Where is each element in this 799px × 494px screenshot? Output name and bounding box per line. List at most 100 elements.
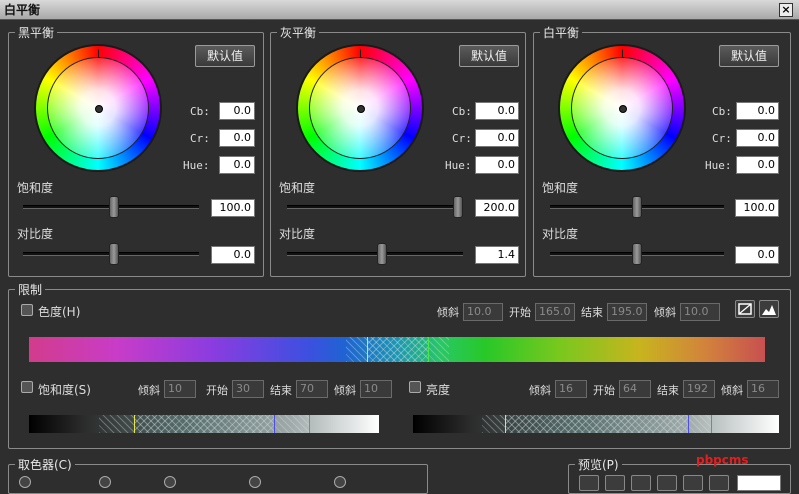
gray-balance-legend: 灰平衡 (277, 24, 320, 41)
white-default-button[interactable]: 默认值 (719, 45, 779, 67)
white-hue-field[interactable]: 0.0 (736, 156, 779, 174)
hue-slope2-field[interactable]: 10.0 (680, 303, 720, 321)
brightness-start-field[interactable]: 64 (619, 380, 651, 398)
black-wheel-handle[interactable] (95, 105, 103, 113)
saturation-slope2-field[interactable]: 10 (360, 380, 392, 398)
preview-button-2[interactable] (605, 475, 625, 491)
black-saturation-label: 饱和度 (17, 181, 54, 195)
gray-saturation-track[interactable] (287, 205, 463, 209)
hue-end-field[interactable]: 195.0 (607, 303, 647, 321)
white-saturation-label: 饱和度 (542, 181, 579, 195)
image-view-button[interactable] (735, 300, 755, 318)
close-icon: × (781, 3, 791, 16)
watermark-text: pbpcms (696, 453, 749, 467)
white-wheel-handle[interactable] (619, 105, 627, 113)
saturation-slope1-field[interactable]: 10 (164, 380, 196, 398)
gray-default-button[interactable]: 默认值 (459, 45, 519, 67)
picker-radio-4[interactable] (249, 476, 261, 488)
gray-contrast-label: 对比度 (279, 227, 316, 241)
gray-contrast-field[interactable]: 1.4 (475, 246, 519, 264)
gray-cb-field[interactable]: 0.0 (475, 102, 519, 120)
saturation-gradient-bar[interactable] (29, 415, 379, 433)
white-color-wheel[interactable] (558, 44, 686, 172)
brightness-gradient-bar[interactable] (413, 415, 779, 433)
gray-saturation-field[interactable]: 200.0 (475, 199, 519, 217)
hue-end-marker[interactable] (428, 337, 429, 362)
brightness-slope2-label: 倾斜 (721, 384, 743, 397)
black-contrast-field[interactable]: 0.0 (211, 246, 255, 264)
black-default-button[interactable]: 默认值 (195, 45, 255, 67)
black-saturation-thumb[interactable] (109, 196, 119, 218)
gray-color-wheel[interactable] (296, 44, 424, 172)
saturation-start-marker[interactable] (134, 415, 135, 433)
black-saturation-field[interactable]: 100.0 (211, 199, 255, 217)
saturation-slope-right-region (274, 415, 309, 433)
black-balance-panel: 黑平衡 默认值 Cb: 0.0 Cr: 0.0 Hue: 0.0 饱和度 100… (8, 24, 264, 277)
white-cr-field[interactable]: 0.0 (736, 129, 779, 147)
white-contrast-thumb[interactable] (632, 243, 642, 265)
brightness-checkbox[interactable] (409, 381, 421, 393)
limit-legend: 限制 (15, 281, 46, 298)
preview-panel: 预览(P) (568, 456, 791, 494)
brightness-end-field[interactable]: 192 (683, 380, 715, 398)
saturation-slope2-label: 倾斜 (334, 384, 356, 397)
saturation-checkbox[interactable] (21, 381, 33, 393)
saturation-end-marker[interactable] (274, 415, 275, 433)
saturation-slope-end-marker (309, 415, 310, 433)
histogram-view-button[interactable] (759, 300, 779, 318)
saturation-start-label: 开始 (206, 384, 228, 397)
brightness-end-marker[interactable] (688, 415, 689, 433)
picker-radio-1[interactable] (19, 476, 31, 488)
brightness-selected-range (505, 415, 688, 433)
gray-contrast-track[interactable] (287, 252, 463, 256)
white-balance-panel: 白平衡 默认值 Cb: 0.0 Cr: 0.0 Hue: 0.0 饱和度 100… (533, 24, 791, 277)
gray-wheel-handle[interactable] (357, 105, 365, 113)
brightness-start-marker[interactable] (505, 415, 506, 433)
gray-cr-field[interactable]: 0.0 (475, 129, 519, 147)
hue-start-marker[interactable] (367, 337, 368, 362)
close-button[interactable]: × (779, 3, 793, 17)
gray-hue-field[interactable]: 0.0 (475, 156, 519, 174)
black-contrast-thumb[interactable] (109, 243, 119, 265)
white-saturation-thumb[interactable] (632, 196, 642, 218)
hue-start-label: 开始 (509, 306, 531, 319)
white-contrast-field[interactable]: 0.0 (735, 246, 779, 264)
picker-radio-2[interactable] (99, 476, 111, 488)
hue-slope1-field[interactable]: 10.0 (463, 303, 503, 321)
black-contrast-label: 对比度 (17, 227, 54, 241)
hue-start-field[interactable]: 165.0 (535, 303, 575, 321)
gray-cb-label: Cb: (452, 105, 472, 118)
black-cb-field[interactable]: 0.0 (219, 102, 255, 120)
preview-legend: 预览(P) (575, 456, 622, 473)
preview-button-3[interactable] (631, 475, 651, 491)
saturation-start-field[interactable]: 30 (232, 380, 264, 398)
preview-button-5[interactable] (683, 475, 703, 491)
black-color-wheel[interactable] (34, 44, 162, 172)
picker-radio-3[interactable] (164, 476, 176, 488)
hue-checkbox[interactable] (21, 304, 33, 316)
black-cr-field[interactable]: 0.0 (219, 129, 255, 147)
brightness-slope1-field[interactable]: 16 (555, 380, 587, 398)
preview-button-1[interactable] (579, 475, 599, 491)
gray-contrast-thumb[interactable] (377, 243, 387, 265)
hue-spectrum-bar[interactable] (29, 337, 765, 362)
picker-radio-5[interactable] (334, 476, 346, 488)
image-icon (738, 303, 752, 315)
color-picker-panel: 取色器(C) (8, 456, 428, 494)
black-cb-label: Cb: (190, 105, 210, 118)
preview-button-4[interactable] (657, 475, 677, 491)
white-saturation-field[interactable]: 100.0 (735, 199, 779, 217)
white-balance-legend: 白平衡 (540, 24, 583, 41)
saturation-selected-range (134, 415, 274, 433)
gray-saturation-thumb[interactable] (453, 196, 463, 218)
brightness-slope2-field[interactable]: 16 (747, 380, 779, 398)
preview-button-6[interactable] (709, 475, 729, 491)
white-cb-field[interactable]: 0.0 (736, 102, 779, 120)
brightness-label: 亮度 (426, 383, 451, 397)
brightness-slope-right-region (688, 415, 711, 433)
black-hue-field[interactable]: 0.0 (219, 156, 255, 174)
preview-field[interactable] (737, 475, 781, 491)
saturation-end-field[interactable]: 70 (296, 380, 328, 398)
saturation-label: 饱和度(S) (38, 383, 91, 397)
gray-hue-label: Hue: (445, 159, 472, 172)
